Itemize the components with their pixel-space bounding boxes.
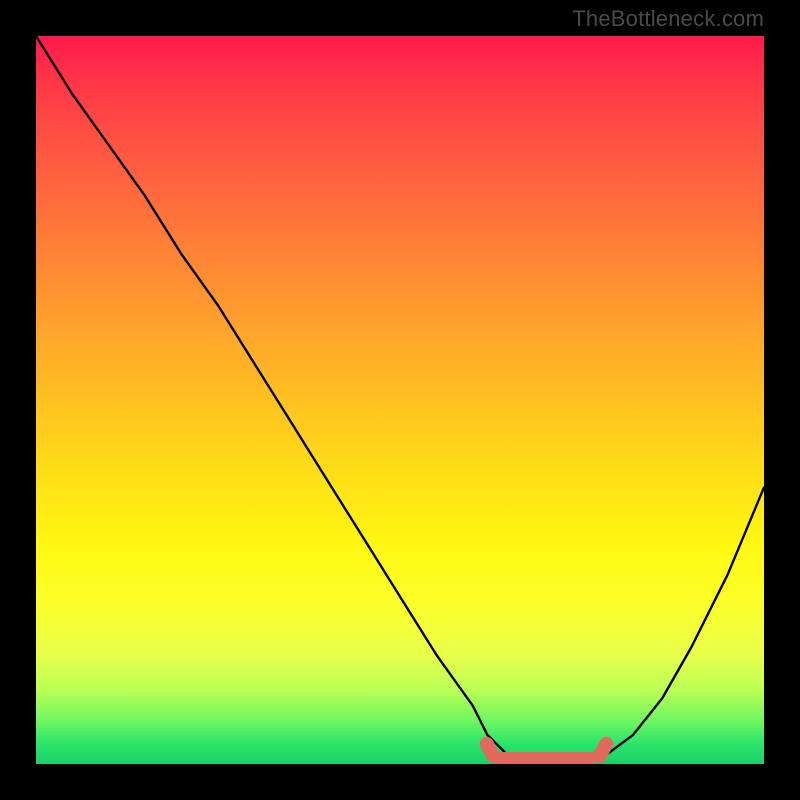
optimal-range-marker <box>493 752 597 764</box>
watermark-label: TheBottleneck.com <box>572 6 764 32</box>
chart-canvas: TheBottleneck.com <box>0 0 800 800</box>
bottleneck-curve <box>36 36 764 764</box>
plot-area <box>36 36 764 764</box>
